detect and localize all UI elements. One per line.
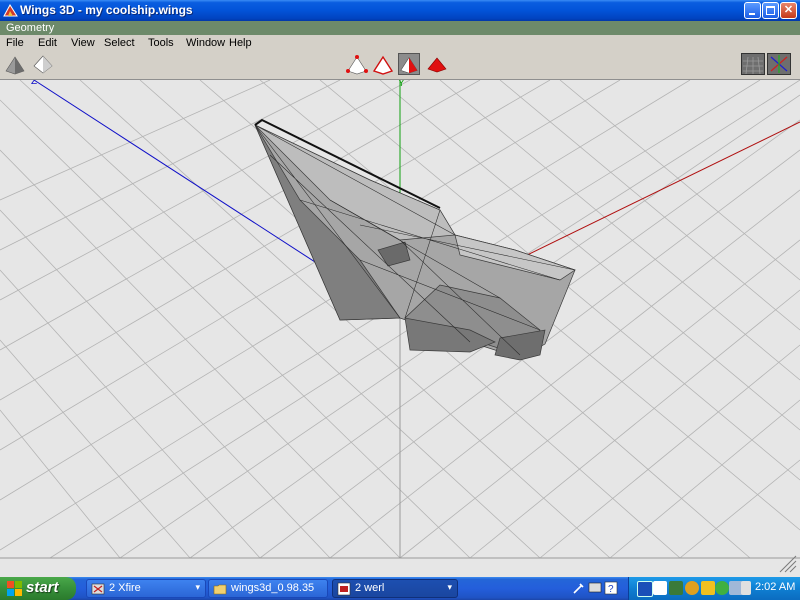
- toolbar: [0, 51, 800, 80]
- window-title: Wings 3D - my coolship.wings: [20, 3, 193, 17]
- tray-messenger-icon[interactable]: [685, 581, 699, 595]
- ground-white-pyramid-icon[interactable]: [32, 53, 54, 75]
- tray-network-icon[interactable]: [669, 581, 683, 595]
- menu-view[interactable]: View: [71, 36, 95, 50]
- geometry-window-bar[interactable]: Geometry: [0, 21, 800, 35]
- task-label: 2 werl: [355, 582, 385, 594]
- taskbar: start 2 Xfire ▾ wings3d_0.98.35 2 werl ▾…: [0, 577, 800, 600]
- xfire-icon: [91, 583, 105, 595]
- vertex-mode-icon[interactable]: [346, 53, 368, 75]
- chevron-down-icon: ▾: [447, 582, 452, 592]
- 3d-viewport[interactable]: Y Z: [0, 80, 800, 577]
- help-icon[interactable]: ?: [604, 581, 618, 595]
- system-tray: 2:02 AM: [628, 577, 800, 600]
- edge-mode-icon[interactable]: [372, 53, 394, 75]
- close-button[interactable]: [780, 2, 797, 19]
- werl-icon: [337, 582, 351, 596]
- chevron-down-icon: ▾: [195, 582, 200, 592]
- menu-help[interactable]: Help: [229, 36, 252, 50]
- folder-icon: [213, 584, 227, 595]
- menu-select[interactable]: Select: [104, 36, 135, 50]
- taskbar-clock[interactable]: 2:02 AM: [755, 581, 795, 593]
- svg-text:?: ?: [608, 584, 614, 595]
- quicklaunch-tool-icon[interactable]: [572, 581, 586, 595]
- tray-window-icon[interactable]: [653, 581, 667, 595]
- task-label: wings3d_0.98.35: [231, 582, 315, 594]
- ground-shaded-pyramid-icon[interactable]: [4, 53, 26, 75]
- task-label: 2 Xfire: [109, 582, 141, 594]
- geometry-label: Geometry: [6, 22, 55, 34]
- start-label: start: [26, 579, 59, 596]
- viewport-canvas[interactable]: Y Z: [0, 80, 800, 577]
- start-button[interactable]: start: [0, 577, 76, 600]
- task-werl[interactable]: 2 werl ▾: [332, 579, 458, 598]
- body-mode-icon[interactable]: [426, 53, 448, 75]
- task-xfire[interactable]: 2 Xfire ▾: [86, 579, 206, 598]
- menu-window[interactable]: Window: [186, 36, 225, 50]
- tray-back-icon[interactable]: [637, 581, 653, 597]
- menu-file[interactable]: File: [6, 36, 24, 50]
- title-bar: Wings 3D - my coolship.wings: [0, 0, 800, 21]
- task-wings-folder[interactable]: wings3d_0.98.35: [208, 579, 328, 598]
- minimize-button[interactable]: [744, 2, 761, 19]
- menu-bar: File Edit View Select Tools Window Help: [0, 35, 800, 51]
- quicklaunch-monitor-icon[interactable]: [588, 581, 602, 595]
- menu-tools[interactable]: Tools: [148, 36, 174, 50]
- z-axis-label: Z: [31, 80, 37, 87]
- tray-volume-icon[interactable]: [741, 581, 751, 595]
- face-mode-icon[interactable]: [398, 53, 420, 75]
- tray-user-icon[interactable]: [715, 581, 729, 595]
- maximize-button[interactable]: [762, 2, 779, 19]
- wings3d-logo-icon: [3, 4, 18, 17]
- grid-toggle-icon[interactable]: [741, 53, 765, 75]
- axes-toggle-icon[interactable]: [767, 53, 791, 75]
- menu-edit[interactable]: Edit: [38, 36, 57, 50]
- tray-security-icon[interactable]: [701, 581, 715, 595]
- y-axis-label: Y: [398, 80, 405, 89]
- windows-flag-icon: [7, 581, 22, 596]
